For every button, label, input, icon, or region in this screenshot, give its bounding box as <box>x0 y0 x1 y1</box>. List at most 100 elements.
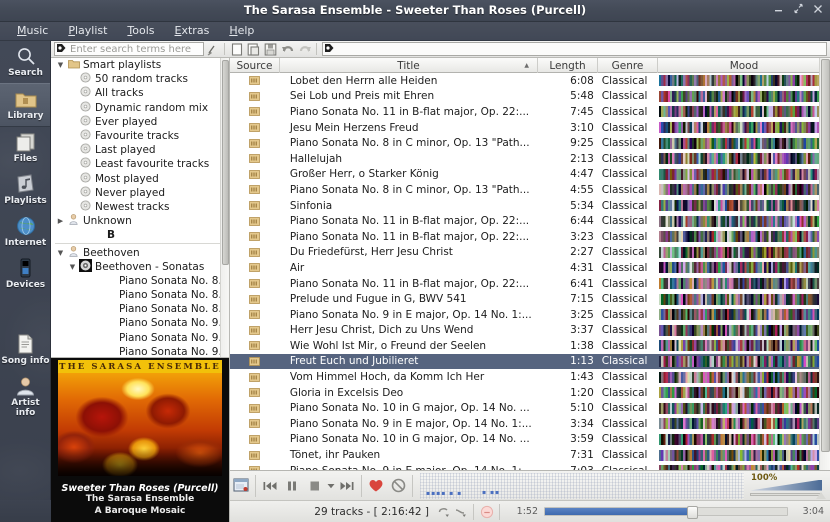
library-tree[interactable]: ▼ Smart playlists 50 random tracks All trac… <box>51 58 230 358</box>
tree-node[interactable]: ▶ Unknown <box>51 214 229 228</box>
tree-arrow-icon[interactable]: ▶ <box>55 217 66 225</box>
shuffle-mode-button[interactable] <box>452 503 469 521</box>
tree-arrow-icon[interactable]: ▼ <box>55 61 66 69</box>
track-row[interactable]: Piano Sonata No. 9 in E major, Op. 14 No… <box>230 307 830 323</box>
track-row[interactable]: Wie Wohl Ist Mir, o Freund der Seelen 1:3… <box>230 338 830 354</box>
search-box[interactable] <box>54 42 204 56</box>
track-row[interactable]: Sinfonia 5:34 Classical <box>230 198 830 214</box>
tree-node[interactable]: Piano Sonata No. 8 in ... <box>51 274 229 288</box>
menu-item-music[interactable]: Music <box>8 22 57 40</box>
track-list[interactable]: Source Title ▲ Length Genre Mood Lobet den He… <box>230 58 830 470</box>
next-button[interactable] <box>336 473 358 499</box>
rail-item-search[interactable]: Search <box>0 41 50 83</box>
volume-handle[interactable] <box>816 491 826 499</box>
tree-node[interactable]: Newest tracks <box>51 200 229 214</box>
column-header-genre[interactable]: Genre <box>598 58 658 73</box>
rail-item-internet[interactable]: Internet <box>0 211 50 253</box>
track-row[interactable]: Du Friedefürst, Herr Jesu Christ 2:27 Clas… <box>230 245 830 261</box>
tree-arrow-icon[interactable]: ▼ <box>55 249 66 257</box>
rail-item-song-info[interactable]: Song info <box>0 329 50 371</box>
tree-node[interactable]: Least favourite tracks <box>51 157 229 171</box>
track-row[interactable]: Gloria in Excelsis Deo 1:20 Classical <box>230 385 830 401</box>
tree-arrow-icon[interactable]: ▼ <box>67 263 78 271</box>
track-row[interactable]: Vom Himmel Hoch, da Komm Ich Her 1:43 Clas… <box>230 369 830 385</box>
track-row[interactable]: Piano Sonata No. 11 in B-flat major, Op.… <box>230 276 830 292</box>
tree-node[interactable]: B <box>51 228 229 242</box>
track-row[interactable]: Herr Jesu Christ, Dich zu Uns Wend 3:37 Cl… <box>230 323 830 339</box>
tree-scrollbar[interactable] <box>220 58 229 357</box>
show-window-button[interactable] <box>230 473 252 499</box>
track-list-scrollbar-thumb[interactable] <box>821 59 830 452</box>
rail-item-playlists[interactable]: Playlists <box>0 169 50 211</box>
tree-node[interactable]: Last played <box>51 143 229 157</box>
tree-node[interactable]: Piano Sonata No. 8 in ... <box>51 288 229 302</box>
tree-node[interactable]: All tracks <box>51 86 229 100</box>
rail-item-artist-info[interactable]: Artist info <box>0 371 50 423</box>
tree-node[interactable]: ▼ Smart playlists <box>51 58 229 72</box>
tree-node[interactable]: Dynamic random mix <box>51 101 229 115</box>
pause-button[interactable] <box>281 473 303 499</box>
tree-node[interactable]: Never played <box>51 186 229 200</box>
menu-item-help[interactable]: Help <box>220 22 263 40</box>
tree-node[interactable]: Piano Sonata No. 9 in ... <box>51 316 229 330</box>
filter-box[interactable] <box>322 42 827 56</box>
menu-item-tools[interactable]: Tools <box>118 22 163 40</box>
track-row[interactable]: Großer Herr, o Starker König 4:47 Classica… <box>230 167 830 183</box>
tree-node[interactable]: ▼ Beethoven - Sonatas <box>51 258 229 274</box>
seek-handle[interactable] <box>686 506 698 519</box>
tree-node[interactable]: ▼ Beethoven <box>51 245 229 259</box>
tree-node[interactable]: 50 random tracks <box>51 72 229 86</box>
track-row[interactable]: Piano Sonata No. 8 in C minor, Op. 13 "P… <box>230 135 830 151</box>
track-row[interactable]: Piano Sonata No. 8 in C minor, Op. 13 "P… <box>230 182 830 198</box>
copy-playlist-button[interactable] <box>245 41 262 57</box>
tree-node[interactable]: Favourite tracks <box>51 129 229 143</box>
track-row[interactable]: Piano Sonata No. 9 in E major, Op. 14 No… <box>230 416 830 432</box>
tree-node[interactable]: Most played <box>51 172 229 186</box>
track-row[interactable]: Air 4:31 Classical <box>230 260 830 276</box>
minimize-icon[interactable] <box>774 4 784 14</box>
tree-node[interactable]: Piano Sonata No. 9 in ... <box>51 331 229 345</box>
redo-button[interactable] <box>296 41 313 57</box>
tree-node[interactable]: Ever played <box>51 115 229 129</box>
column-header-mood[interactable]: Mood <box>658 58 830 73</box>
previous-button[interactable] <box>259 473 281 499</box>
track-list-scrollbar[interactable] <box>819 58 830 470</box>
tree-node[interactable]: Piano Sonata No. 9 in ... <box>51 345 229 357</box>
track-row[interactable]: Jesu Mein Herzens Freud 3:10 Classical <box>230 120 830 136</box>
track-row[interactable]: Piano Sonata No. 11 in B-flat major, Op.… <box>230 213 830 229</box>
menu-item-playlist[interactable]: Playlist <box>59 22 116 40</box>
stop-button[interactable] <box>303 473 325 499</box>
column-header-source[interactable]: Source <box>230 58 280 73</box>
search-input[interactable] <box>68 43 203 55</box>
rail-item-files[interactable]: Files <box>0 127 50 169</box>
rail-item-library[interactable]: Library <box>0 83 50 127</box>
track-row[interactable]: Sei Lob und Preis mit Ehren 5:48 Classical <box>230 89 830 105</box>
track-row[interactable]: Prelude und Fugue in G, BWV 541 7:15 Class… <box>230 291 830 307</box>
save-playlist-button[interactable] <box>262 41 279 57</box>
track-row[interactable]: Tönet, ihr Pauken 7:31 Classical <box>230 447 830 463</box>
column-header-length[interactable]: Length <box>538 58 598 73</box>
clear-filter-button[interactable] <box>204 41 221 57</box>
rail-item-devices[interactable]: Devices <box>0 253 50 295</box>
track-row[interactable]: Freut Euch und Jubilieret 1:13 Classical <box>230 353 830 370</box>
ban-button[interactable] <box>387 473 409 499</box>
new-playlist-button[interactable] <box>228 41 245 57</box>
favourite-button[interactable] <box>365 473 387 499</box>
menu-item-extras[interactable]: Extras <box>166 22 219 40</box>
rating-button[interactable] <box>478 503 495 521</box>
maximize-icon[interactable] <box>793 3 804 14</box>
volume-track[interactable] <box>750 492 822 496</box>
column-header-title[interactable]: Title ▲ <box>280 58 538 73</box>
undo-button[interactable] <box>279 41 296 57</box>
track-row[interactable]: Piano Sonata No. 11 in B-flat major, Op.… <box>230 229 830 245</box>
track-row[interactable]: Piano Sonata No. 10 in G major, Op. 14 N… <box>230 432 830 448</box>
track-row[interactable]: Piano Sonata No. 9 in E major, Op. 14 No… <box>230 463 830 470</box>
close-icon[interactable] <box>813 4 823 14</box>
track-row[interactable]: Piano Sonata No. 10 in G major, Op. 14 N… <box>230 400 830 416</box>
tree-scrollbar-thumb[interactable] <box>222 60 229 265</box>
track-row[interactable]: Lobet den Herrn alle Heiden 6:08 Classical <box>230 73 830 89</box>
seek-slider[interactable] <box>544 506 788 519</box>
volume-slider[interactable]: 100% <box>748 473 826 499</box>
track-row[interactable]: Piano Sonata No. 11 in B-flat major, Op.… <box>230 104 830 120</box>
stop-menu-button[interactable] <box>325 473 336 499</box>
